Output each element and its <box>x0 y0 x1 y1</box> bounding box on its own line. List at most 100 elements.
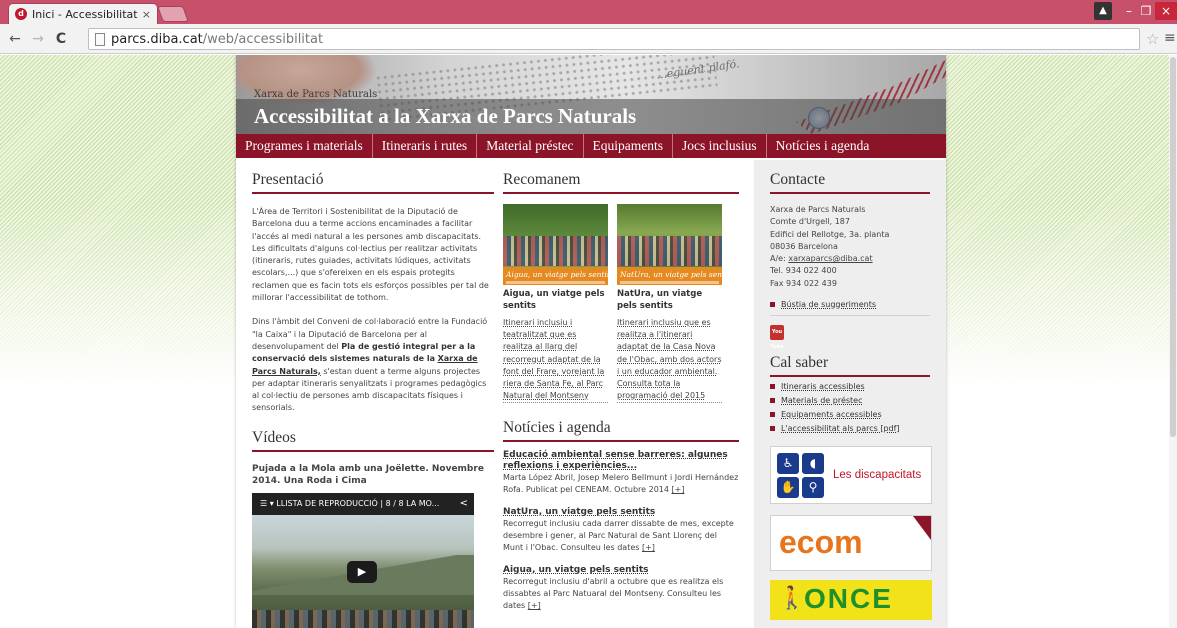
read-more-link[interactable]: [+] <box>672 485 685 494</box>
recomanem-title[interactable]: Aigua, un viatge pels sentits <box>503 289 608 312</box>
address-bar[interactable]: parcs.diba.cat/web/accessibilitat <box>88 28 1140 50</box>
image-caption: NatUra, un viatge pels sentits <box>620 270 722 279</box>
page-scrollbar[interactable] <box>1169 55 1177 628</box>
suggestions-link[interactable]: Bústia de suggeriments <box>770 300 930 309</box>
recomanem-desc[interactable]: Itinerari inclusiu que es realitza a l'i… <box>617 317 722 404</box>
once-logo-text: ONCE <box>804 583 893 615</box>
ecom-corner-shape <box>913 516 931 541</box>
discapacitats-banner[interactable]: ♿ ◖ ✋ ⚲ Les discapacitats <box>770 446 932 505</box>
nav-itineraris[interactable]: Itineraris i rutes <box>373 134 478 158</box>
news-title[interactable]: Aigua, un viatge pels sentits <box>503 565 739 576</box>
bullet-icon <box>770 302 775 308</box>
recomanem-desc-text[interactable]: Itinerari inclusiu i teatralitzat que es… <box>503 318 604 400</box>
playlist-label: ☰ ▾ LLISTA DE REPRODUCCIÓ | 8 / 8 LA MO.… <box>260 499 440 508</box>
contact-email-line: A/e: xarxaparcs@diba.cat <box>770 253 930 265</box>
videos-heading: Vídeos <box>252 429 494 452</box>
forward-button[interactable]: → <box>31 31 45 47</box>
email-link[interactable]: xarxaparcs@diba.cat <box>788 254 872 263</box>
page-title[interactable]: Accessibilitat a la Xarxa de Parcs Natur… <box>254 104 636 129</box>
cal-saber-item[interactable]: L'accessibilitat als parcs [pdf] <box>770 424 930 433</box>
image-caption: Aigua, un viatge pels sentits <box>506 270 608 279</box>
natura-image[interactable]: NatUra, un viatge pels sentits <box>617 204 722 285</box>
news-title[interactable]: Educació ambiental sense barreres: algun… <box>503 450 739 472</box>
cal-saber-label[interactable]: Materials de préstec <box>781 396 863 405</box>
site-name[interactable]: Xarxa de Parcs Naturals <box>254 89 377 100</box>
maximize-button[interactable]: ❐ <box>1138 2 1154 20</box>
share-icon[interactable]: < <box>460 493 468 515</box>
bullet-icon <box>770 398 775 404</box>
back-button[interactable]: ← <box>8 31 22 47</box>
crowd-image <box>617 236 722 266</box>
nav-equipaments[interactable]: Equipaments <box>584 134 674 158</box>
cal-saber-item[interactable]: Equipaments accessibles <box>770 410 930 419</box>
user-profile-icon[interactable]: ▲ <box>1094 2 1112 20</box>
right-sidebar: Contacte Xarxa de Parcs Naturals Comte d… <box>754 160 946 628</box>
sign-language-icon: ✋ <box>777 477 799 499</box>
contact-line: Comte d'Urgell, 187 <box>770 217 850 227</box>
recomanem-item[interactable]: Aigua, un viatge pels sentits Aigua, un … <box>503 204 608 404</box>
suggestions-label[interactable]: Bústia de suggeriments <box>781 300 876 309</box>
close-window-button[interactable]: × <box>1155 2 1177 20</box>
youtube-icon[interactable]: You Tube <box>770 325 784 350</box>
browser-tabbar: d Inici - Accessibilitat × ▲ – ❐ × <box>0 0 1177 24</box>
nav-programes[interactable]: Programes i materials <box>236 134 373 158</box>
cal-saber-list: Itineraris accessibles Materials de prés… <box>770 382 930 433</box>
main-nav: Programes i materials Itineraris i rutes… <box>236 134 946 158</box>
browser-tab[interactable]: d Inici - Accessibilitat × <box>8 3 158 24</box>
cal-saber-item[interactable]: Materials de préstec <box>770 396 930 405</box>
ecom-logo-text: ecom <box>779 524 863 561</box>
news-item: Educació ambiental sense barreres: algun… <box>503 450 739 496</box>
cal-saber-label[interactable]: Itineraris accessibles <box>781 382 865 391</box>
video-people <box>252 610 474 628</box>
read-more-link[interactable]: [+] <box>528 601 541 610</box>
recomanem-heading: Recomanem <box>503 171 739 194</box>
browser-menu-icon[interactable]: ≡ <box>1164 30 1176 46</box>
ecom-banner[interactable]: ecom <box>770 515 932 572</box>
aigua-image[interactable]: Aigua, un viatge pels sentits <box>503 204 608 285</box>
tab-title: Inici - Accessibilitat <box>32 7 138 21</box>
page-icon <box>95 32 105 46</box>
news-body: Marta López Abril, Josep Melero Bellmunt… <box>503 472 739 496</box>
play-button[interactable]: ▶ <box>347 561 377 583</box>
cal-saber-heading: Cal saber <box>770 354 930 378</box>
tab-close-icon[interactable]: × <box>142 8 151 21</box>
once-banner[interactable]: 🚶 ONCE <box>770 580 932 621</box>
cal-saber-label[interactable]: Equipaments accessibles <box>781 410 882 419</box>
minimize-button[interactable]: – <box>1121 2 1137 20</box>
recomanem-desc[interactable]: Itinerari inclusiu i teatralitzat que es… <box>503 317 608 404</box>
contact-line: Edifici del Rellotge, 3a. planta <box>770 229 890 239</box>
bookmark-star-icon[interactable]: ☆ <box>1146 30 1159 48</box>
video-player[interactable]: ☰ ▾ LLISTA DE REPRODUCCIÓ | 8 / 8 LA MO.… <box>252 493 474 628</box>
caption-subline <box>620 281 719 284</box>
page-container: ...eguent plafó. Xarxa de Parcs Naturals… <box>236 55 946 628</box>
noticies-heading: Notícies i agenda <box>503 419 739 443</box>
cal-saber-item[interactable]: Itineraris accessibles <box>770 382 930 391</box>
nav-material-prestec[interactable]: Material préstec <box>477 134 584 158</box>
disability-icons: ♿ ◖ ✋ ⚲ <box>777 453 827 499</box>
cal-saber-label[interactable]: L'accessibilitat als parcs [pdf] <box>781 424 900 433</box>
recomanem-desc-text[interactable]: Itinerari inclusiu que es realitza a l'i… <box>617 318 722 400</box>
video-playlist-bar[interactable]: ☰ ▾ LLISTA DE REPRODUCCIÓ | 8 / 8 LA MO.… <box>252 493 474 515</box>
news-item: NatUra, un viatge pels sentits Recorregu… <box>503 507 739 554</box>
new-tab-button[interactable] <box>157 6 189 22</box>
contact-fax: Fax 934 022 439 <box>770 278 837 288</box>
discapacitats-label: Les discapacitats <box>833 469 922 482</box>
presentacio-paragraph-1: L'Àrea de Territori i Sostenibilitat de … <box>252 207 489 303</box>
scrollbar-thumb[interactable] <box>1170 57 1176 437</box>
reload-button[interactable]: C <box>54 31 68 47</box>
contacte-heading: Contacte <box>770 171 930 194</box>
presentacio-paragraph-2: Dins l'àmbit del Conveni de col·laboraci… <box>252 316 494 414</box>
recomanem-item[interactable]: NatUra, un viatge pels sentits NatUra, u… <box>617 204 722 404</box>
news-body: Recorregut inclusiu d'abril a octubre qu… <box>503 576 739 612</box>
news-body-text: Marta López Abril, Josep Melero Bellmunt… <box>503 473 739 495</box>
browser-toolbar: ← → C parcs.diba.cat/web/accessibilitat … <box>0 24 1177 54</box>
crowd-image <box>503 236 608 266</box>
bullet-icon <box>770 412 775 418</box>
nav-jocs-inclusius[interactable]: Jocs inclusius <box>673 134 767 158</box>
news-title[interactable]: NatUra, un viatge pels sentits <box>503 507 739 518</box>
nav-noticies[interactable]: Notícies i agenda <box>767 134 879 158</box>
divider <box>770 315 930 317</box>
read-more-link[interactable]: [+] <box>642 543 655 552</box>
recomanem-title[interactable]: NatUra, un viatge pels sentits <box>617 289 722 312</box>
middle-column: Recomanem Aigua, un viatge pels sentits … <box>503 171 739 623</box>
